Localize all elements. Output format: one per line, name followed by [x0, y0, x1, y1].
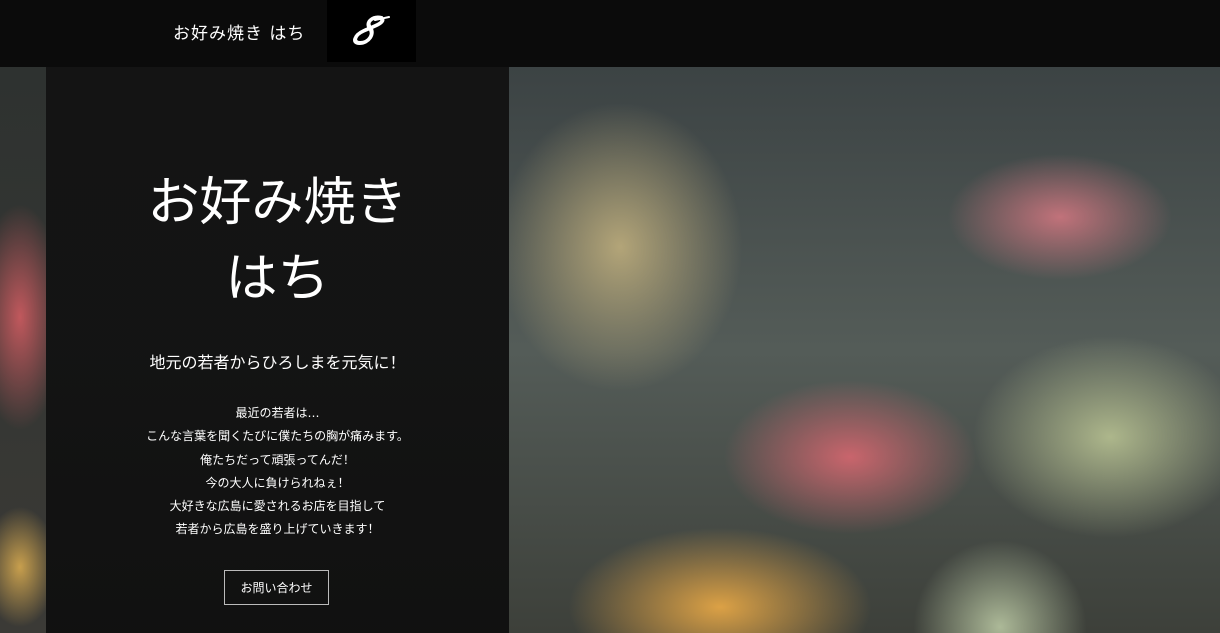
hero-title-line: お好み焼き — [147, 173, 408, 233]
site-header: お好み焼き はち — [0, 0, 1220, 67]
hero-title-line: はち — [225, 249, 330, 309]
body-line: 俺たちだって頑張ってんだ！ — [200, 452, 355, 467]
hero-text-panel: お好み焼き はち 地元の若者からひろしまを元気に！ 最近の若者は… こんな言葉を… — [46, 67, 509, 633]
hero-photo-left — [0, 67, 46, 633]
hero-body-text: 最近の若者は… こんな言葉を聞くたびに僕たちの胸が痛みます。 俺たちだって頑張っ… — [46, 402, 509, 542]
contact-button[interactable]: お問い合わせ — [224, 570, 329, 605]
body-line: こんな言葉を聞くたびに僕たちの胸が痛みます。 — [146, 429, 409, 444]
logo[interactable] — [327, 0, 416, 62]
hero-section: お好み焼き はち 地元の若者からひろしまを元気に！ 最近の若者は… こんな言葉を… — [0, 67, 1220, 633]
body-line: 若者から広島を盛り上げていきます！ — [175, 522, 380, 537]
body-line: 最近の若者は… — [235, 406, 320, 420]
figure-eight-logo-icon — [353, 15, 390, 46]
body-line: 大好きな広島に愛されるお店を目指して — [169, 499, 386, 514]
brand-name[interactable]: お好み焼き はち — [173, 19, 305, 44]
body-line: 今の大人に負けられねぇ！ — [205, 475, 350, 490]
hero-title: お好み焼き はち — [46, 165, 509, 317]
hero-tagline: 地元の若者からひろしまを元気に！ — [149, 353, 406, 372]
